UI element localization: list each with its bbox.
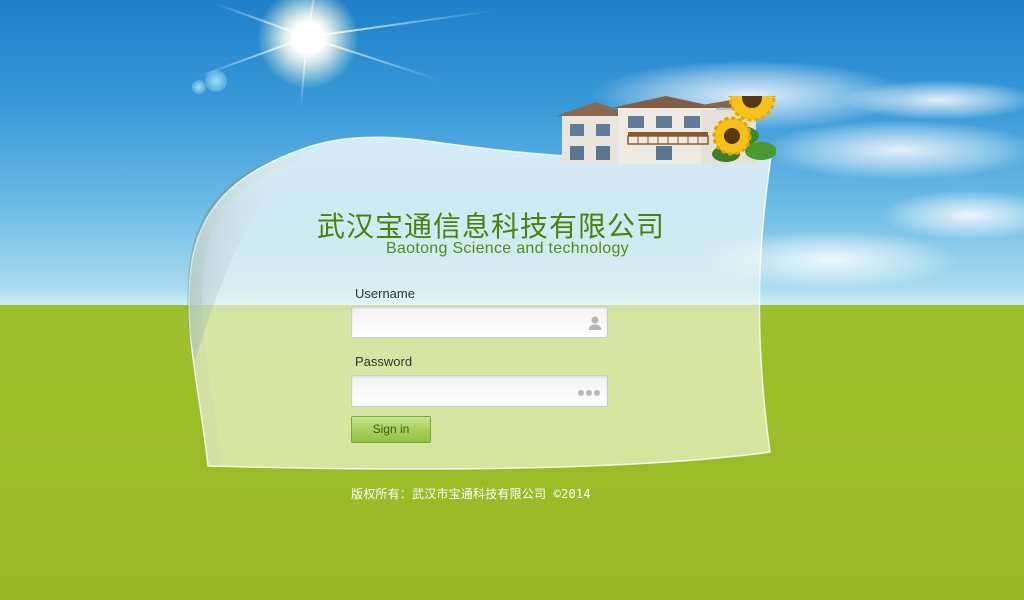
sign-in-button[interactable]: Sign in bbox=[351, 416, 431, 443]
user-icon bbox=[588, 316, 602, 330]
username-input[interactable] bbox=[352, 307, 588, 337]
login-page: 武汉宝通信息科技有限公司 Baotong Science and technol… bbox=[0, 0, 1024, 600]
house-illustration bbox=[556, 96, 776, 164]
username-field-box bbox=[351, 306, 608, 338]
company-name-cn: 武汉宝通信息科技有限公司 bbox=[317, 210, 666, 243]
password-input[interactable] bbox=[352, 376, 588, 406]
login-card bbox=[187, 136, 773, 470]
username-label: Username bbox=[355, 286, 415, 301]
company-name-en: Baotong Science and technology bbox=[386, 240, 629, 257]
copyright-text: 版权所有：武汉市宝通科技有限公司 ©2014 bbox=[351, 487, 591, 501]
password-dots-icon bbox=[578, 390, 600, 396]
password-label: Password bbox=[355, 354, 413, 369]
password-field-box bbox=[351, 375, 608, 407]
